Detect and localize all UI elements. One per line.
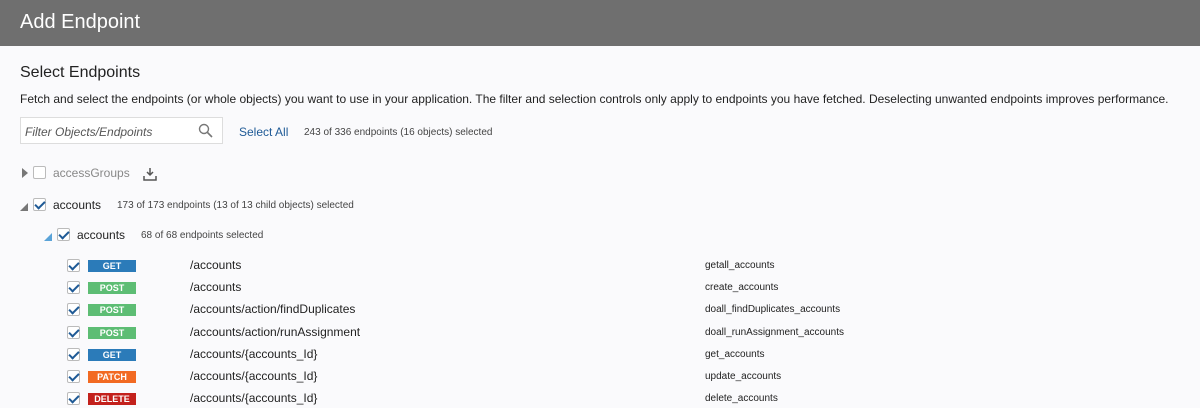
endpoint-path: /accounts/action/findDuplicates bbox=[190, 302, 356, 317]
object-label: accounts bbox=[53, 198, 102, 212]
endpoint-checkbox[interactable] bbox=[67, 347, 80, 361]
method-badge: GET bbox=[88, 348, 136, 361]
select-all-link[interactable]: Select All bbox=[239, 125, 288, 139]
operation-id: getall_accounts bbox=[705, 260, 775, 271]
operation-id: doall_runAssignment_accounts bbox=[705, 326, 844, 338]
method-badge: POST bbox=[88, 304, 136, 317]
method-badge: POST bbox=[88, 326, 136, 339]
endpoint-checkbox[interactable] bbox=[67, 259, 80, 272]
endpoint-checkbox[interactable] bbox=[67, 281, 80, 295]
child-object-summary: 68 of 68 endpoints selected bbox=[141, 230, 264, 241]
child-object-label: accounts bbox=[77, 228, 126, 242]
endpoint-path: /accounts/{accounts_Id} bbox=[190, 391, 318, 406]
endpoint-checkbox[interactable] bbox=[67, 325, 80, 339]
object-checkbox[interactable] bbox=[33, 166, 46, 179]
download-icon[interactable] bbox=[143, 167, 157, 181]
operation-id: get_accounts bbox=[705, 348, 765, 360]
endpoint-checkbox[interactable] bbox=[67, 392, 80, 406]
endpoint-path: /accounts/{accounts_Id} bbox=[190, 369, 318, 383]
endpoint-path: /accounts/action/runAssignment bbox=[190, 324, 361, 339]
endpoint-path: /accounts/{accounts_Id} bbox=[190, 346, 318, 361]
endpoint-path: /accounts bbox=[190, 258, 242, 272]
selection-summary: 243 of 336 endpoints (16 objects) select… bbox=[304, 127, 493, 138]
collapse-icon[interactable] bbox=[44, 233, 52, 241]
section-description: Fetch and select the endpoints (or whole… bbox=[20, 92, 1169, 106]
collapse-icon[interactable] bbox=[20, 203, 28, 211]
search-icon[interactable] bbox=[198, 123, 214, 139]
operation-id: doall_findDuplicates_accounts bbox=[705, 304, 841, 316]
object-checkbox[interactable] bbox=[33, 198, 46, 211]
expand-icon[interactable] bbox=[22, 168, 28, 178]
dialog-header: Add Endpoint bbox=[0, 0, 1200, 46]
operation-id: delete_accounts bbox=[705, 393, 778, 405]
operation-id: update_accounts bbox=[705, 371, 782, 382]
method-badge: GET bbox=[88, 260, 136, 272]
method-badge: DELETE bbox=[88, 393, 136, 406]
object-label: accessGroups bbox=[53, 166, 130, 180]
endpoint-path: /accounts bbox=[190, 280, 242, 295]
method-badge: POST bbox=[88, 282, 136, 295]
endpoint-checkbox[interactable] bbox=[67, 303, 80, 317]
filter-input[interactable]: Filter Objects/Endpoints bbox=[20, 117, 223, 144]
dialog-title: Add Endpoint bbox=[20, 11, 141, 33]
section-title: Select Endpoints bbox=[20, 64, 141, 81]
endpoint-checkbox[interactable] bbox=[67, 370, 80, 383]
child-object-checkbox[interactable] bbox=[57, 228, 70, 241]
filter-placeholder: Filter Objects/Endpoints bbox=[25, 125, 153, 139]
operation-id: create_accounts bbox=[705, 282, 779, 294]
method-badge: PATCH bbox=[88, 371, 136, 383]
object-summary: 173 of 173 endpoints (13 of 13 child obj… bbox=[117, 200, 354, 211]
